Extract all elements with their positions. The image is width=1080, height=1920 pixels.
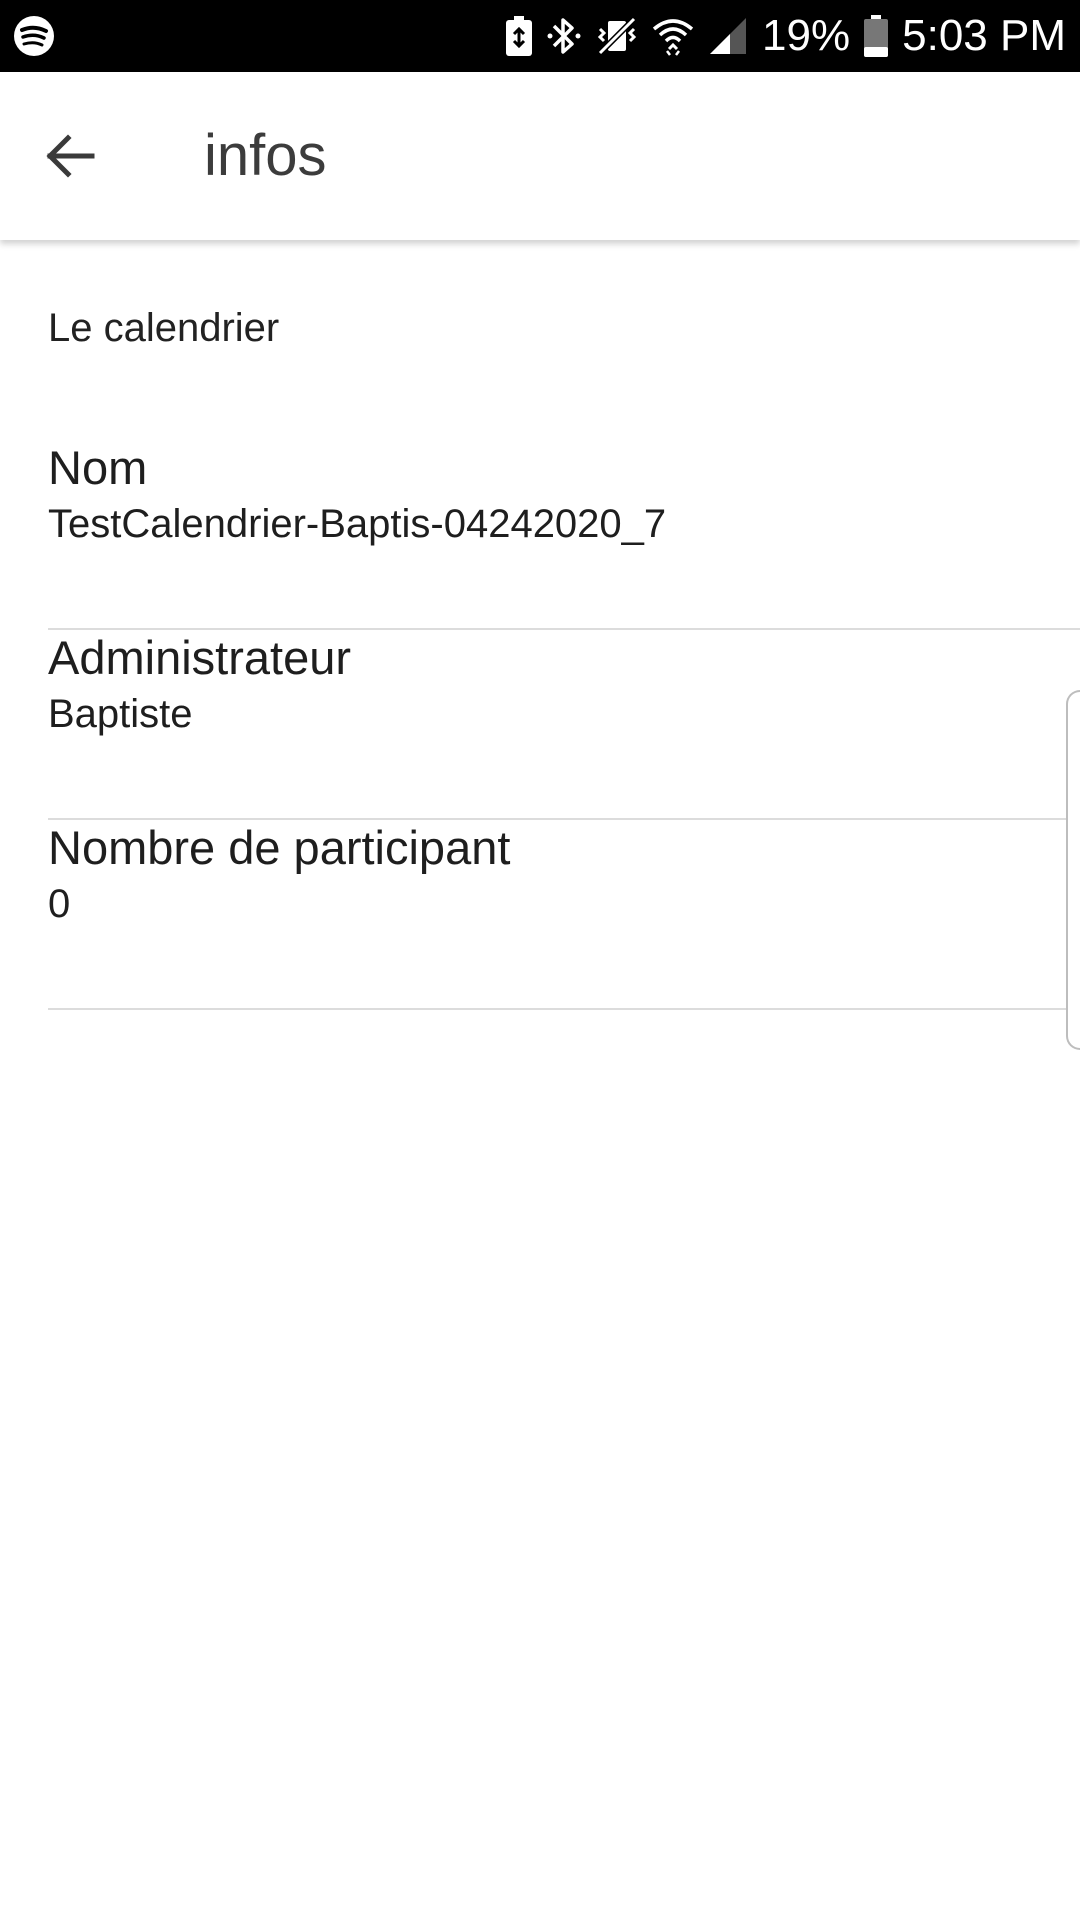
battery-saver-icon: [506, 0, 533, 72]
info-value: TestCalendrier-Baptis-04242020_7: [48, 502, 667, 546]
status-icons: 19% 5:03 PM: [506, 0, 1066, 72]
back-button[interactable]: [22, 108, 118, 204]
spotify-icon: [12, 14, 56, 58]
edge-panel-handle[interactable]: [1066, 690, 1080, 1050]
battery-icon: [864, 0, 889, 72]
info-value: 0: [48, 882, 71, 926]
clock: 5:03 PM: [902, 11, 1066, 60]
info-label: Nombre de participant: [48, 821, 511, 874]
vibrate-icon: [596, 0, 638, 72]
info-row-admin: Administrateur Baptiste: [48, 630, 1080, 820]
info-row-participants: Nombre de participant 0: [48, 820, 1080, 1010]
signal-icon: [708, 0, 748, 72]
arrow-back-icon: [46, 134, 95, 178]
wifi-icon: [652, 0, 694, 72]
status-bar: 19% 5:03 PM: [0, 0, 1080, 72]
battery-percent: 19%: [762, 11, 851, 60]
bluetooth-icon: [546, 0, 582, 72]
info-value: Baptiste: [48, 692, 193, 736]
info-label: Nom: [48, 441, 148, 494]
section-title: Le calendrier: [48, 306, 280, 350]
page-title: infos: [204, 123, 327, 188]
app-bar: infos: [0, 72, 1080, 240]
info-label: Administrateur: [48, 631, 351, 684]
calendar-info-content: Le calendrier Nom TestCalendrier-Baptis-…: [0, 240, 1080, 1920]
info-row-name: Nom TestCalendrier-Baptis-04242020_7: [48, 440, 1080, 630]
